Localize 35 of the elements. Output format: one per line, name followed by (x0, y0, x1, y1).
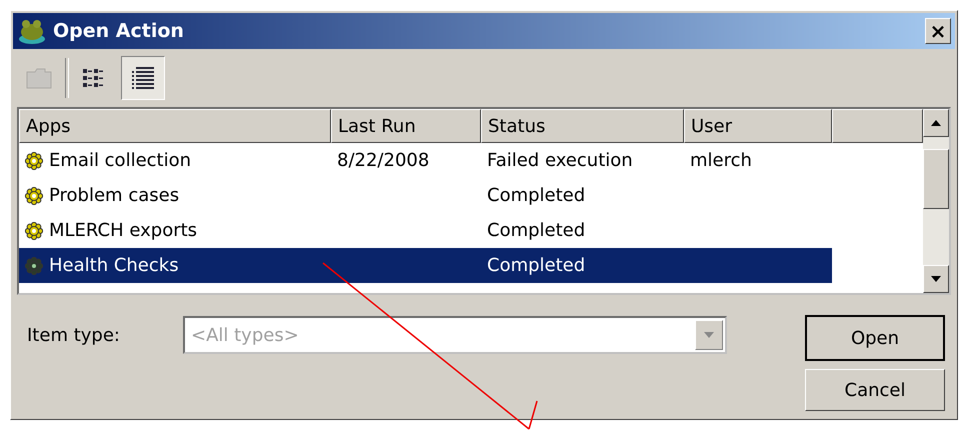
column-header[interactable]: Status (481, 109, 684, 143)
gear-icon (25, 186, 43, 204)
list-row[interactable]: Health Checks Completed (19, 248, 923, 283)
column-header[interactable]: Apps (19, 109, 331, 143)
list-row[interactable]: Email collection 8/22/2008 Failed execution mlerch (19, 143, 923, 178)
open-button[interactable]: Open (805, 315, 945, 361)
table-cell: Completed (487, 185, 586, 206)
frog-icon (17, 17, 47, 45)
table-cell: Problem cases (49, 185, 180, 206)
table-cell: Health Checks (49, 255, 179, 276)
column-header[interactable]: Last Run (331, 109, 481, 143)
list-row[interactable]: Problem cases Completed (19, 178, 923, 213)
dropdown-caret-icon (704, 332, 714, 338)
scrollbar[interactable] (923, 109, 949, 293)
up-arrow-icon (931, 120, 941, 126)
folder-icon (25, 66, 53, 90)
item-type-label: Item type: (27, 324, 121, 346)
down-arrow-icon (931, 276, 941, 282)
cancel-button[interactable]: Cancel (805, 369, 945, 411)
details-view-button[interactable] (121, 56, 165, 100)
gear-icon (25, 152, 43, 170)
gear-icon (25, 256, 43, 274)
window-title: Open Action (53, 20, 185, 42)
table-cell: Completed (487, 255, 586, 276)
gear-icon (25, 222, 43, 240)
table-cell: Completed (487, 220, 586, 241)
column-header[interactable]: User (684, 109, 832, 143)
table-cell: MLERCH exports (49, 220, 198, 241)
list-row[interactable]: MLERCH exports Completed (19, 213, 923, 248)
table-cell: 8/22/2008 (337, 150, 430, 171)
details-view-icon (129, 66, 157, 90)
close-button[interactable]: × (925, 18, 951, 44)
table-cell: Failed execution (487, 150, 633, 171)
table-cell: Email collection (49, 150, 192, 171)
table-cell: mlerch (690, 150, 752, 171)
